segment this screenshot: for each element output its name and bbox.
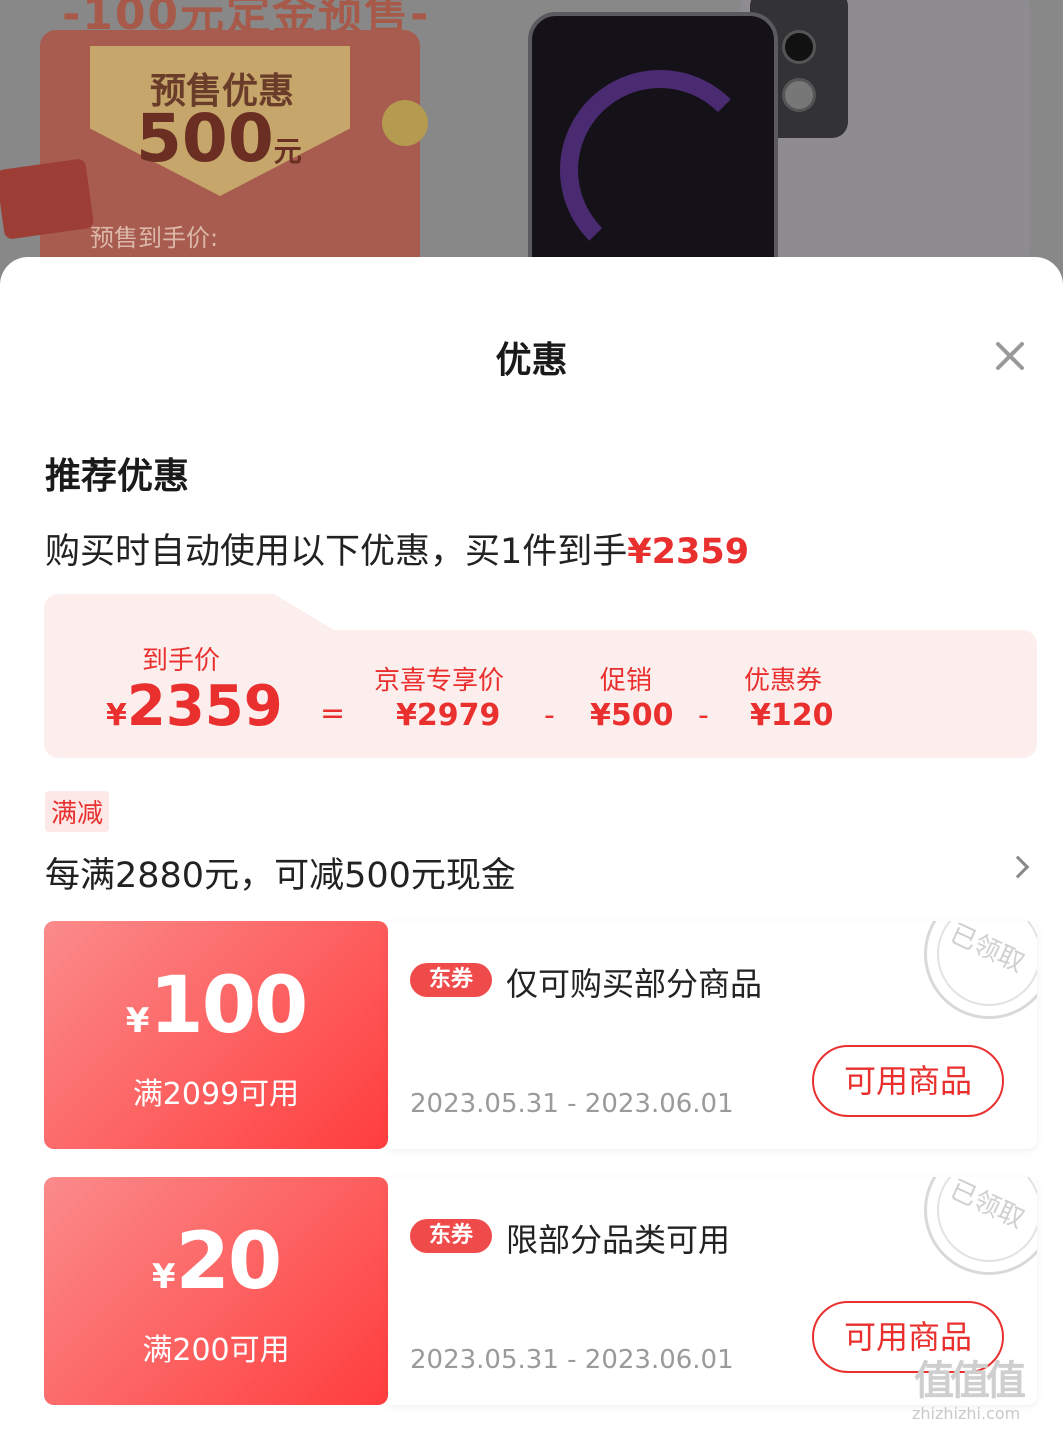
discount-sheet: 优惠 推荐优惠 购买时自动使用以下优惠，买1件到手¥2359 到手价 ¥2359… [0, 257, 1063, 1432]
coupon-validity-date: 2023.05.31 - 2023.06.01 [410, 1089, 734, 1119]
coupon-amount: ¥20 [44, 1217, 388, 1307]
coupon-value-panel: ¥20 满200可用 [44, 1177, 388, 1405]
breakdown-item-label: 优惠券 [744, 666, 823, 696]
coupon-yen: ¥ [151, 1257, 176, 1297]
claimed-stamp-icon: 已领取 [924, 921, 1037, 1019]
watermark: 值值值 zhizhizhi.com [910, 1348, 1060, 1428]
product-banner: -100元定金预售- 预售优惠 500元 预售到手价: [0, 0, 1063, 300]
coupon-info-panel: 已领取 东券 仅可购买部分商品 2023.05.31 - 2023.06.01 … [388, 921, 1037, 1149]
coupon-type-badge: 东券 [410, 1219, 492, 1253]
recommend-description: 购买时自动使用以下优惠，买1件到手¥2359 [45, 523, 749, 574]
sheet-title: 优惠 [495, 340, 568, 381]
final-price-value: ¥2359 [106, 674, 283, 739]
coupon-condition: 满200可用 [142, 1333, 290, 1368]
recommend-title: 推荐优惠 [45, 456, 190, 497]
phone-wallpaper-glow [560, 70, 760, 270]
final-price-label: 到手价 [142, 646, 221, 676]
close-icon[interactable] [988, 335, 1030, 377]
full-reduction-tag: 满减 [45, 791, 110, 832]
coupon-description: 限部分品类可用 [506, 1221, 731, 1259]
watermark-logo: 值值值 [914, 1358, 1026, 1404]
chevron-right-icon[interactable] [1006, 855, 1030, 879]
coupon-card: ¥20 满200可用 已领取 东券 限部分品类可用 2023.05.31 - 2… [44, 1177, 1037, 1405]
coupon-yen: ¥ [125, 1001, 150, 1041]
banner-presale-amount: 500元 [136, 100, 302, 177]
price-breakdown: 到手价 ¥2359 = 京喜专享价 ¥2979 - 促销 ¥500 - 优惠券 … [44, 594, 1037, 758]
coupon-value-panel: ¥100 满2099可用 [44, 921, 388, 1149]
claimed-stamp-icon: 已领取 [924, 1177, 1037, 1275]
breakdown-item-label: 京喜专享价 [374, 666, 505, 696]
breakdown-item-value: ¥500 [590, 698, 674, 733]
banner-amount-number: 500 [136, 100, 274, 177]
banner-hand-price-label: 预售到手价: [90, 224, 219, 252]
camera-lens-icon [782, 30, 816, 64]
minus-sign: - [698, 698, 709, 733]
coupon-amount-number: 100 [149, 961, 308, 1051]
camera-flash-icon [782, 78, 816, 112]
recommend-desc-text: 购买时自动使用以下优惠，买1件到手 [45, 532, 628, 572]
equals-sign: = [320, 696, 346, 731]
coupon-card: ¥100 满2099可用 已领取 东券 仅可购买部分商品 2023.05.31 … [44, 921, 1037, 1149]
watermark-url: zhizhizhi.com [912, 1404, 1021, 1423]
final-price-yen: ¥ [106, 698, 127, 733]
red-packet-icon [0, 158, 95, 240]
applicable-products-button[interactable]: 可用商品 [812, 1045, 1004, 1117]
coupon-amount-number: 20 [175, 1217, 283, 1307]
coin-icon [382, 100, 428, 146]
coupon-description: 仅可购买部分商品 [506, 965, 763, 1003]
banner-amount-unit: 元 [273, 135, 302, 168]
coupon-validity-date: 2023.05.31 - 2023.06.01 [410, 1345, 734, 1375]
breakdown-item-value: ¥2979 [396, 698, 501, 733]
recommend-final-price: ¥2359 [627, 532, 750, 572]
final-price-number: 2359 [126, 674, 283, 739]
coupon-type-badge: 东券 [410, 963, 492, 997]
coupon-condition: 满2099可用 [132, 1077, 300, 1112]
coupon-amount: ¥100 [44, 961, 388, 1051]
promotion-rule[interactable]: 每满2880元，可减500元现金 [45, 847, 516, 898]
breakdown-item-label: 促销 [600, 666, 653, 696]
breakdown-item-value: ¥120 [750, 698, 834, 733]
minus-sign: - [544, 698, 555, 733]
